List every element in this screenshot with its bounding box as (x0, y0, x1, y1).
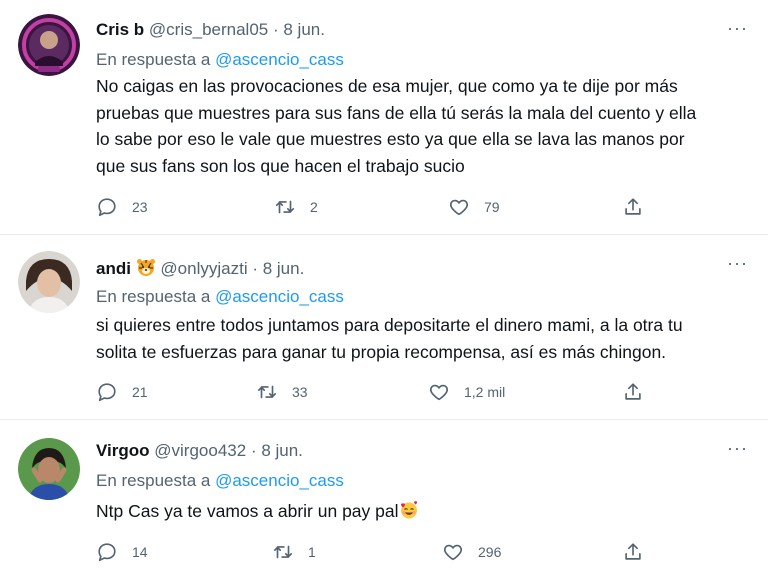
reply-icon (98, 198, 116, 217)
timestamp[interactable]: · 8 jun. (273, 20, 325, 39)
reply-context: En respuesta a @ascencio_cass (96, 471, 344, 491)
reply-context: En respuesta a @ascencio_cass (96, 50, 344, 70)
retweet-icon (257, 385, 277, 399)
reply-count: 21 (132, 384, 148, 400)
tweet-text: No caigas en las provocaciones de esa mu… (96, 73, 756, 179)
like-count: 1,2 mil (464, 384, 506, 400)
more-options-icon[interactable]: ··· (727, 438, 748, 459)
like-button[interactable]: 296 (442, 538, 501, 566)
tweet-header: Virgoo @virgoo432 · 8 jun. (96, 441, 303, 461)
tweet-text-line: que sus fans son los que hacen el trabaj… (96, 155, 465, 176)
retweet-count: 33 (292, 384, 308, 400)
avatar[interactable] (18, 251, 80, 313)
reply-mention-link[interactable]: @ascencio_cass (215, 287, 344, 306)
display-name[interactable]: andi (96, 259, 131, 278)
tweet-text: si quieres entre todos juntamos para dep… (96, 312, 756, 365)
handle[interactable]: @virgoo432 (154, 441, 246, 460)
display-name[interactable]: Cris b (96, 20, 144, 39)
tweet-3[interactable]: Virgoo @virgoo432 · 8 jun. ··· En respue… (0, 420, 768, 581)
avatar[interactable] (18, 14, 80, 76)
tweet-text-content: Ntp Cas ya te vamos a abrir un pay pal (96, 501, 399, 521)
reply-prefix: En respuesta a (96, 50, 211, 69)
retweet-icon (273, 545, 293, 559)
like-count: 296 (478, 544, 502, 560)
reply-count: 14 (132, 544, 148, 560)
reply-mention-link[interactable]: @ascencio_cass (215, 471, 344, 490)
handle[interactable]: @onlyyjazti (160, 259, 247, 278)
retweet-button[interactable]: 33 (256, 378, 308, 406)
tweet-text-line: lo sabe por eso le vale que muestres est… (96, 129, 685, 149)
heart-icon (449, 199, 469, 216)
tiger-face-emoji-icon (136, 259, 161, 278)
retweet-count: 1 (308, 544, 316, 560)
timestamp[interactable]: · 8 jun. (252, 259, 304, 278)
smiling-face-with-hearts-emoji-icon (399, 501, 419, 521)
share-button[interactable] (622, 538, 644, 566)
reply-prefix: En respuesta a (96, 287, 211, 306)
like-button[interactable]: 1,2 mil (428, 378, 505, 406)
reply-context: En respuesta a @ascencio_cass (96, 287, 344, 307)
display-name[interactable]: Virgoo (96, 441, 150, 460)
retweet-button[interactable]: 2 (274, 193, 318, 221)
share-button[interactable] (622, 378, 644, 406)
tweet-text: Ntp Cas ya te vamos a abrir un pay pal (96, 498, 756, 525)
share-icon (625, 543, 641, 560)
timestamp[interactable]: · 8 jun. (251, 441, 303, 460)
tweet-text-line: Ntp Cas ya te vamos a abrir un pay pal (96, 498, 756, 525)
reply-button[interactable]: 23 (96, 193, 148, 221)
tweet-text-line: solita te esfuerzas para ganar tu propia… (96, 341, 667, 362)
share-icon (625, 383, 641, 400)
tweet-text-line: pruebas que muestres para sus fans de el… (96, 102, 697, 123)
tweet-actions: 21 33 1,2 mil (96, 378, 656, 406)
heart-icon (429, 384, 449, 401)
reply-button[interactable]: 14 (96, 538, 148, 566)
reply-icon (98, 383, 116, 402)
reply-button[interactable]: 21 (96, 378, 148, 406)
reply-icon (98, 543, 116, 562)
tweet-header: Cris b @cris_bernal05 · 8 jun. (96, 20, 325, 40)
share-button[interactable] (622, 193, 644, 221)
reply-prefix: En respuesta a (96, 471, 211, 490)
retweet-icon (275, 200, 295, 214)
share-icon (625, 198, 641, 215)
tweet-actions: 14 1 296 (96, 538, 656, 566)
reply-mention-link[interactable]: @ascencio_cass (215, 50, 344, 69)
tweet-2[interactable]: andi @onlyyjazti · 8 jun. ··· En respues… (0, 235, 768, 419)
heart-icon (443, 544, 463, 561)
like-button[interactable]: 79 (448, 193, 500, 221)
like-count: 79 (484, 199, 500, 215)
retweet-button[interactable]: 1 (272, 538, 316, 566)
tweet-actions: 23 2 79 (96, 193, 656, 221)
retweet-count: 2 (310, 199, 318, 215)
reply-count: 23 (132, 199, 148, 215)
tweet-text-line: No caigas en las provocaciones de esa mu… (96, 76, 678, 96)
tweet-text-line: si quieres entre todos juntamos para dep… (96, 315, 683, 335)
more-options-icon[interactable]: ··· (727, 253, 748, 274)
avatar[interactable] (18, 438, 80, 500)
more-options-icon[interactable]: ··· (727, 18, 748, 39)
tweet-header: andi @onlyyjazti · 8 jun. (96, 257, 304, 279)
handle[interactable]: @cris_bernal05 (149, 20, 268, 39)
tweet-1[interactable]: Cris b @cris_bernal05 · 8 jun. ··· En re… (0, 0, 768, 234)
